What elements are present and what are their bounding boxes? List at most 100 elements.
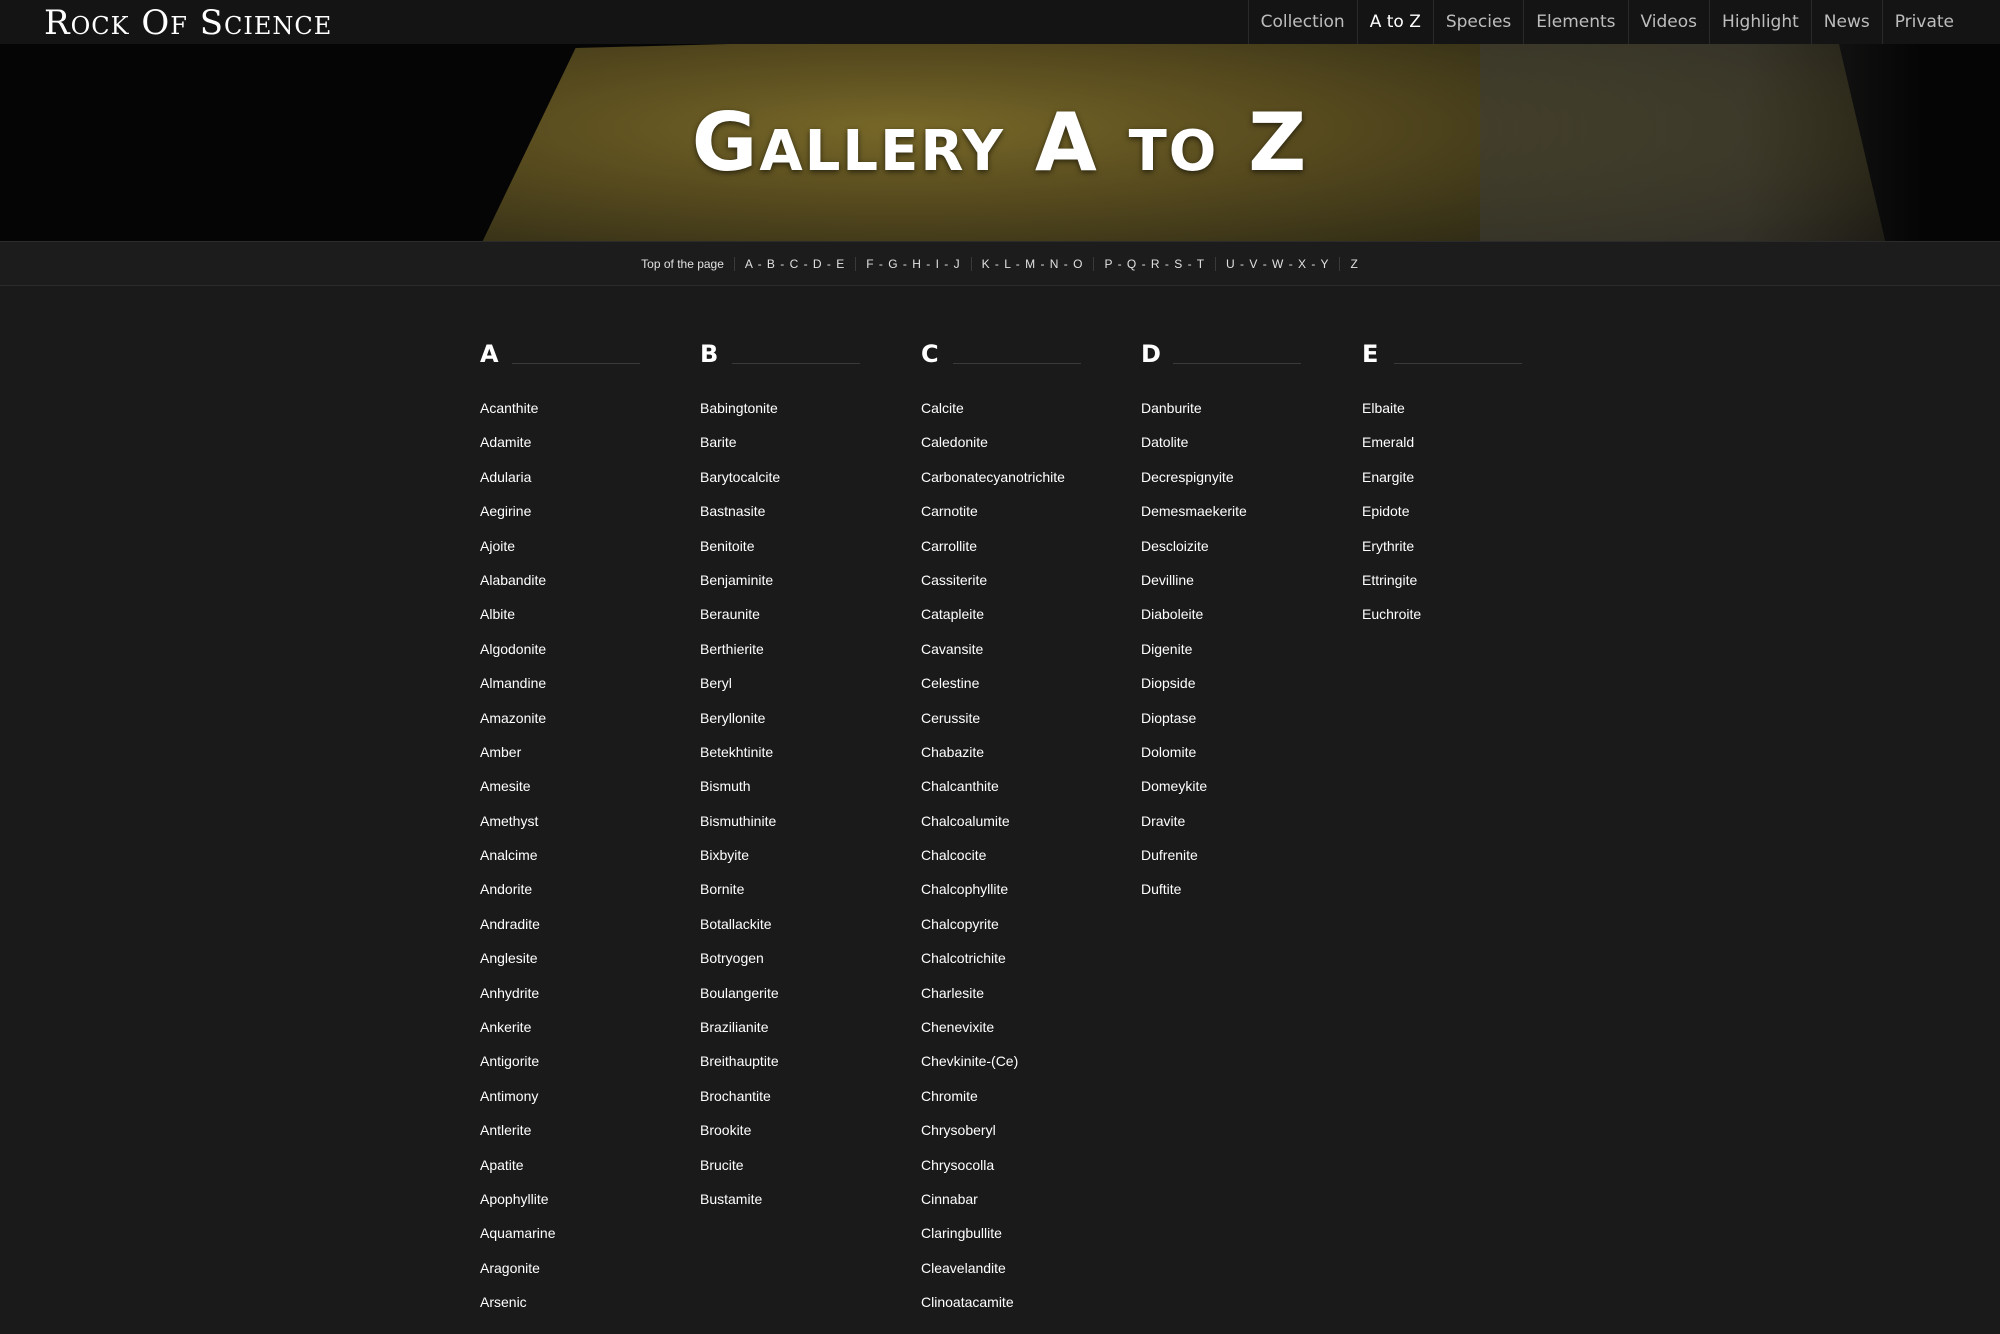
nav-videos[interactable]: Videos xyxy=(1627,0,1710,44)
mineral-link[interactable]: Bismuthinite xyxy=(700,813,870,847)
mineral-link[interactable]: Chenevixite xyxy=(921,1019,1091,1053)
mineral-link[interactable]: Diopside xyxy=(1141,675,1311,709)
mineral-link[interactable]: Babingtonite xyxy=(700,400,870,434)
mineral-link[interactable]: Amazonite xyxy=(480,710,650,744)
mineral-link[interactable]: Digenite xyxy=(1141,641,1311,675)
mineral-link[interactable]: Breithauptite xyxy=(700,1053,870,1087)
mineral-link[interactable]: Apatite xyxy=(480,1157,650,1191)
mineral-link[interactable]: Antigorite xyxy=(480,1053,650,1087)
mineral-link[interactable]: Dravite xyxy=(1141,813,1311,847)
mineral-link[interactable]: Carbonatecyanotrichite xyxy=(921,469,1091,503)
mineral-link[interactable]: Duftite xyxy=(1141,881,1311,915)
letter-nav-top[interactable]: Top of the page xyxy=(631,257,734,271)
mineral-link[interactable]: Adularia xyxy=(480,469,650,503)
mineral-link[interactable]: Carnotite xyxy=(921,503,1091,537)
mineral-link[interactable]: Antimony xyxy=(480,1088,650,1122)
mineral-link[interactable]: Chalcanthite xyxy=(921,778,1091,812)
mineral-link[interactable]: Anhydrite xyxy=(480,985,650,1019)
mineral-link[interactable]: Bustamite xyxy=(700,1191,870,1225)
mineral-link[interactable]: Celestine xyxy=(921,675,1091,709)
mineral-link[interactable]: Brucite xyxy=(700,1157,870,1191)
mineral-link[interactable]: Elbaite xyxy=(1362,400,1532,434)
mineral-link[interactable]: Benjaminite xyxy=(700,572,870,606)
mineral-link[interactable]: Emerald xyxy=(1362,434,1532,468)
mineral-link[interactable]: Dioptase xyxy=(1141,710,1311,744)
mineral-link[interactable]: Amesite xyxy=(480,778,650,812)
mineral-link[interactable]: Apophyllite xyxy=(480,1191,650,1225)
mineral-link[interactable]: Chabazite xyxy=(921,744,1091,778)
mineral-link[interactable]: Chalcocite xyxy=(921,847,1091,881)
mineral-link[interactable]: Aegirine xyxy=(480,503,650,537)
mineral-link[interactable]: Aragonite xyxy=(480,1260,650,1294)
mineral-link[interactable]: Ankerite xyxy=(480,1019,650,1053)
mineral-link[interactable]: Arsenic xyxy=(480,1294,650,1328)
mineral-link[interactable]: Analcime xyxy=(480,847,650,881)
mineral-link[interactable]: Demesmaekerite xyxy=(1141,503,1311,537)
mineral-link[interactable]: Ajoite xyxy=(480,538,650,572)
mineral-link[interactable]: Cinnabar xyxy=(921,1191,1091,1225)
mineral-link[interactable]: Euchroite xyxy=(1362,606,1532,640)
mineral-link[interactable]: Albite xyxy=(480,606,650,640)
mineral-link[interactable]: Chalcotrichite xyxy=(921,950,1091,984)
mineral-link[interactable]: Chromite xyxy=(921,1088,1091,1122)
letter-nav-f-j[interactable]: F - G - H - I - J xyxy=(855,256,970,271)
mineral-link[interactable]: Betekhtinite xyxy=(700,744,870,778)
mineral-link[interactable]: Chrysoberyl xyxy=(921,1122,1091,1156)
nav-highlight[interactable]: Highlight xyxy=(1709,0,1811,44)
mineral-link[interactable]: Claringbullite xyxy=(921,1225,1091,1259)
mineral-link[interactable]: Domeykite xyxy=(1141,778,1311,812)
mineral-link[interactable]: Andradite xyxy=(480,916,650,950)
mineral-link[interactable]: Barytocalcite xyxy=(700,469,870,503)
mineral-link[interactable]: Amethyst xyxy=(480,813,650,847)
mineral-link[interactable]: Chrysocolla xyxy=(921,1157,1091,1191)
mineral-link[interactable]: Descloizite xyxy=(1141,538,1311,572)
mineral-link[interactable]: Brochantite xyxy=(700,1088,870,1122)
letter-nav-k-o[interactable]: K - L - M - N - O xyxy=(970,256,1094,271)
mineral-link[interactable]: Cavansite xyxy=(921,641,1091,675)
mineral-link[interactable]: Cleavelandite xyxy=(921,1260,1091,1294)
mineral-link[interactable]: Chalcoalumite xyxy=(921,813,1091,847)
mineral-link[interactable]: Boulangerite xyxy=(700,985,870,1019)
mineral-link[interactable]: Adamite xyxy=(480,434,650,468)
mineral-link[interactable]: Cassiterite xyxy=(921,572,1091,606)
mineral-link[interactable]: Diaboleite xyxy=(1141,606,1311,640)
mineral-link[interactable]: Alabandite xyxy=(480,572,650,606)
nav-private[interactable]: Private xyxy=(1881,0,1966,44)
mineral-link[interactable]: Beryl xyxy=(700,675,870,709)
letter-nav-p-t[interactable]: P - Q - R - S - T xyxy=(1093,256,1215,271)
mineral-link[interactable]: Devilline xyxy=(1141,572,1311,606)
mineral-link[interactable]: Anglesite xyxy=(480,950,650,984)
mineral-link[interactable]: Botallackite xyxy=(700,916,870,950)
mineral-link[interactable]: Danburite xyxy=(1141,400,1311,434)
mineral-link[interactable]: Antlerite xyxy=(480,1122,650,1156)
mineral-link[interactable]: Amber xyxy=(480,744,650,778)
mineral-link[interactable]: Epidote xyxy=(1362,503,1532,537)
mineral-link[interactable]: Caledonite xyxy=(921,434,1091,468)
nav-elements[interactable]: Elements xyxy=(1523,0,1627,44)
nav-a-to-z[interactable]: A to Z xyxy=(1356,0,1433,44)
mineral-link[interactable]: Dufrenite xyxy=(1141,847,1311,881)
mineral-link[interactable]: Beryllonite xyxy=(700,710,870,744)
mineral-link[interactable]: Brookite xyxy=(700,1122,870,1156)
nav-species[interactable]: Species xyxy=(1432,0,1523,44)
mineral-link[interactable]: Acanthite xyxy=(480,400,650,434)
mineral-link[interactable]: Bornite xyxy=(700,881,870,915)
mineral-link[interactable]: Datolite xyxy=(1141,434,1311,468)
nav-collection[interactable]: Collection xyxy=(1247,0,1357,44)
mineral-link[interactable]: Bastnasite xyxy=(700,503,870,537)
mineral-link[interactable]: Charlesite xyxy=(921,985,1091,1019)
mineral-link[interactable]: Aquamarine xyxy=(480,1225,650,1259)
mineral-link[interactable]: Decrespignyite xyxy=(1141,469,1311,503)
mineral-link[interactable]: Enargite xyxy=(1362,469,1532,503)
mineral-link[interactable]: Berthierite xyxy=(700,641,870,675)
mineral-link[interactable]: Bixbyite xyxy=(700,847,870,881)
mineral-link[interactable]: Chalcopyrite xyxy=(921,916,1091,950)
mineral-link[interactable]: Carrollite xyxy=(921,538,1091,572)
letter-nav-z[interactable]: Z xyxy=(1339,256,1368,271)
mineral-link[interactable]: Chalcophyllite xyxy=(921,881,1091,915)
mineral-link[interactable]: Erythrite xyxy=(1362,538,1532,572)
mineral-link[interactable]: Chevkinite-(Ce) xyxy=(921,1053,1091,1087)
mineral-link[interactable]: Clinoatacamite xyxy=(921,1294,1091,1328)
mineral-link[interactable]: Benitoite xyxy=(700,538,870,572)
mineral-link[interactable]: Algodonite xyxy=(480,641,650,675)
